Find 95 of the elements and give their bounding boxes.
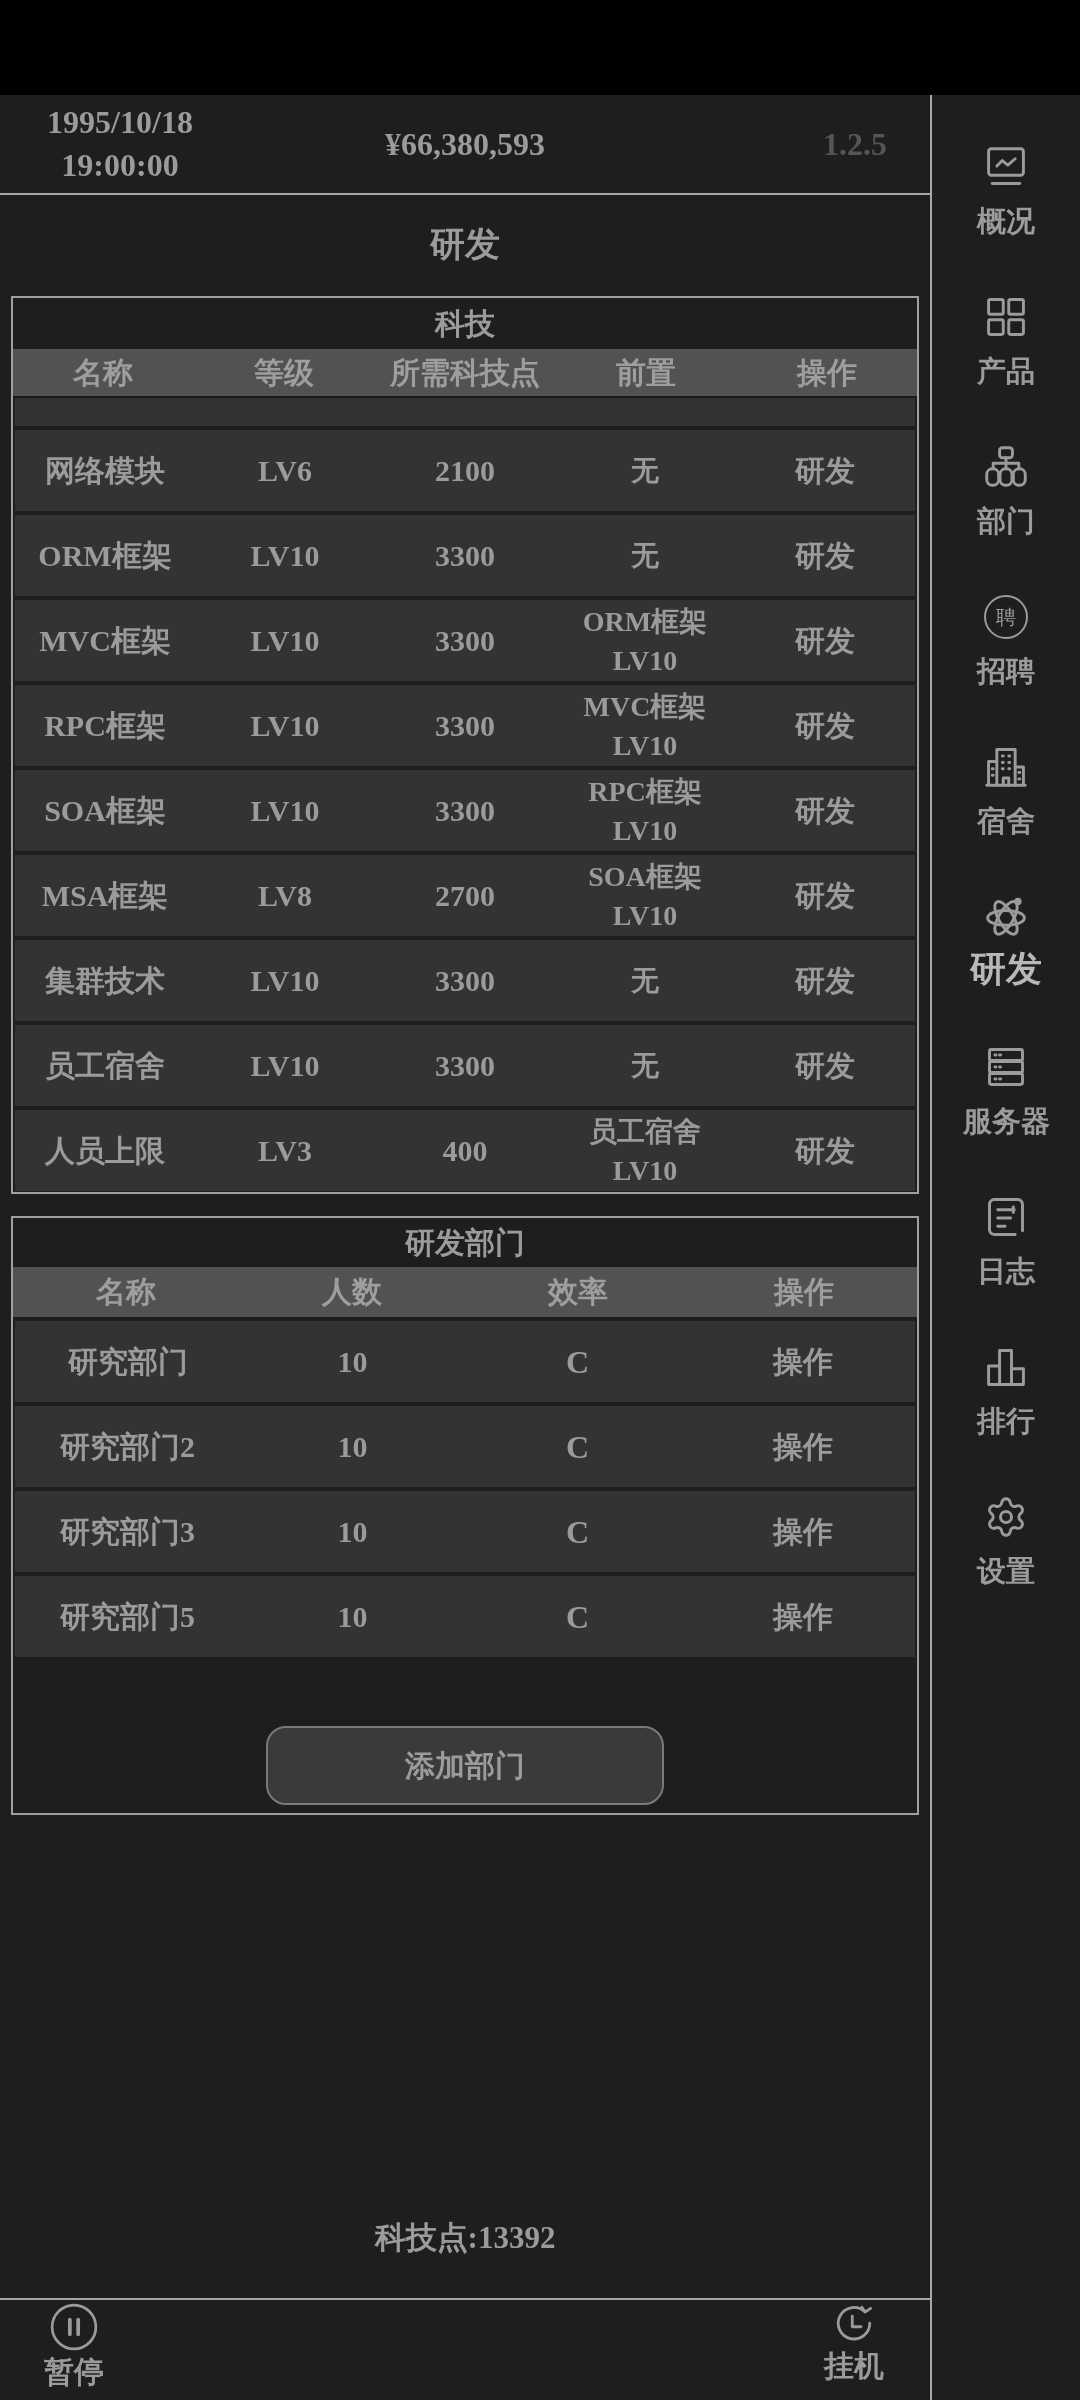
table-cell-text: MVC框架 <box>38 622 172 659</box>
table-cell-text: 10 <box>336 1513 369 1550</box>
column-header: 所需科技点 <box>389 354 541 391</box>
column-header: 等级 <box>253 354 316 391</box>
table-cell-text: SOA框架 LV10 <box>587 859 703 933</box>
table-cell-text: LV3 <box>257 1132 313 1169</box>
research-link[interactable]: 研发 <box>795 876 855 915</box>
table-cell-text: MVC框架 LV10 <box>582 689 708 763</box>
table-cell-text: 10 <box>336 1428 369 1465</box>
nav-item[interactable]: 日志 <box>932 1195 1080 1345</box>
table-cell-text: LV10 <box>249 962 321 999</box>
nav-item[interactable]: 宿舍 <box>932 745 1080 895</box>
research-link[interactable]: 研发 <box>795 791 855 830</box>
table-cell-text: 3300 <box>434 707 496 744</box>
research-link[interactable]: 研发 <box>795 536 855 575</box>
circled-character-icon: 聘 <box>984 595 1028 639</box>
column-header: 效率 <box>546 1274 609 1310</box>
table-cell-text: 无 <box>630 454 660 488</box>
column-header: 前置 <box>614 354 677 391</box>
column-header: 名称 <box>95 1274 157 1310</box>
nav-item[interactable]: 排行 <box>932 1345 1080 1495</box>
column-header: 名称 <box>72 354 135 391</box>
operate-link[interactable]: 操作 <box>772 1427 833 1466</box>
add-department-button[interactable]: 添加部门 <box>266 1726 664 1805</box>
table-cell-text: LV10 <box>249 707 321 744</box>
tech-points-text: 科技点:13392 <box>374 2219 556 2257</box>
table-cell-text: 无 <box>630 964 660 998</box>
table-cell-text: LV10 <box>249 1047 321 1084</box>
nav-item[interactable]: 设置 <box>932 1495 1080 1645</box>
date-time-text: 1995/10/18 19:00:00 <box>46 103 194 185</box>
table-cell-text: 3300 <box>434 537 496 574</box>
table-cell-text: LV8 <box>257 877 313 914</box>
research-link[interactable]: 研发 <box>795 961 855 1000</box>
table-cell-text: 10 <box>336 1598 369 1635</box>
grid-icon <box>984 295 1028 339</box>
table-cell-text: LV6 <box>257 452 313 489</box>
table-cell-text: LV10 <box>249 792 321 829</box>
panel-title: 研发部门 <box>405 1225 525 1261</box>
table-cell-text: 集群技术 <box>44 962 166 999</box>
table-cell-text: LV10 <box>249 622 321 659</box>
table-cell-text: ORM框架 <box>37 537 173 574</box>
table-cell-text: ORM框架 LV10 <box>581 604 709 678</box>
panel-title: 科技 <box>435 306 495 342</box>
table-cell-text: 3300 <box>434 622 496 659</box>
table-cell-text: RPC框架 <box>43 707 167 744</box>
table-cell-text: 研究部门5 <box>59 1598 196 1635</box>
table-cell-text: 员工宿舍 <box>44 1047 166 1084</box>
research-link[interactable]: 研发 <box>795 706 855 745</box>
table-cell-text: 研究部门2 <box>59 1428 196 1465</box>
nav-item[interactable]: 研发 <box>932 895 1080 1045</box>
table-cell-text: C <box>564 1597 591 1636</box>
research-link[interactable]: 研发 <box>795 1131 855 1170</box>
operate-link[interactable]: 操作 <box>772 1342 833 1381</box>
column-header: 人数 <box>320 1274 383 1310</box>
table-cell-text: 研究部门3 <box>59 1513 196 1550</box>
nav-item[interactable]: 产品 <box>932 295 1080 445</box>
research-link[interactable]: 研发 <box>795 621 855 660</box>
operate-link[interactable]: 操作 <box>772 1597 833 1636</box>
operate-link[interactable]: 操作 <box>772 1512 833 1551</box>
table-cell-text: 无 <box>630 539 660 573</box>
atom-icon <box>984 895 1028 939</box>
research-link[interactable]: 研发 <box>795 1046 855 1085</box>
table-cell-text: 员工宿舍 LV10 <box>588 1114 702 1188</box>
table-cell-text: 无 <box>630 1049 660 1083</box>
research-link[interactable]: 研发 <box>795 451 855 490</box>
table-cell-text: C <box>564 1427 591 1466</box>
table-cell-text: RPC框架 LV10 <box>587 774 703 848</box>
column-header: 操作 <box>772 1274 835 1310</box>
table-cell-text: 3300 <box>434 792 496 829</box>
table-cell-text: 网络模块 <box>44 452 166 489</box>
table-cell-text: LV10 <box>249 537 321 574</box>
idle-button[interactable]: 挂机 <box>824 2302 884 2386</box>
page-title: 研发 <box>430 224 500 267</box>
table-cell-text: 400 <box>441 1132 489 1169</box>
org-chart-icon <box>984 445 1028 489</box>
pause-icon <box>49 2302 99 2352</box>
table-cell-text: C <box>564 1342 591 1381</box>
table-cell-text: 研究部门 <box>66 1343 189 1380</box>
building-icon <box>984 745 1028 789</box>
nav-item[interactable]: 服务器 <box>932 1045 1080 1195</box>
table-cell-text: MSA框架 <box>40 877 170 914</box>
money-text: ¥66,380,593 <box>384 125 546 164</box>
column-header: 操作 <box>795 354 858 391</box>
table-cell-text: 2700 <box>434 877 496 914</box>
nav-item[interactable]: 聘 招聘 <box>932 595 1080 745</box>
table-cell-text: 人员上限 <box>43 1132 166 1169</box>
table-cell-text: 3300 <box>434 1047 496 1084</box>
table-cell-text: 10 <box>336 1343 369 1380</box>
table-cell-text: 2100 <box>434 452 496 489</box>
table-cell-text: 3300 <box>434 962 496 999</box>
nav-item[interactable]: 部门 <box>932 445 1080 595</box>
table-cell-text: SOA框架 <box>43 792 167 829</box>
nav-item[interactable]: 概况 <box>932 145 1080 295</box>
table-cell-text: C <box>564 1512 591 1551</box>
pause-button[interactable]: 暂停 <box>44 2302 104 2392</box>
